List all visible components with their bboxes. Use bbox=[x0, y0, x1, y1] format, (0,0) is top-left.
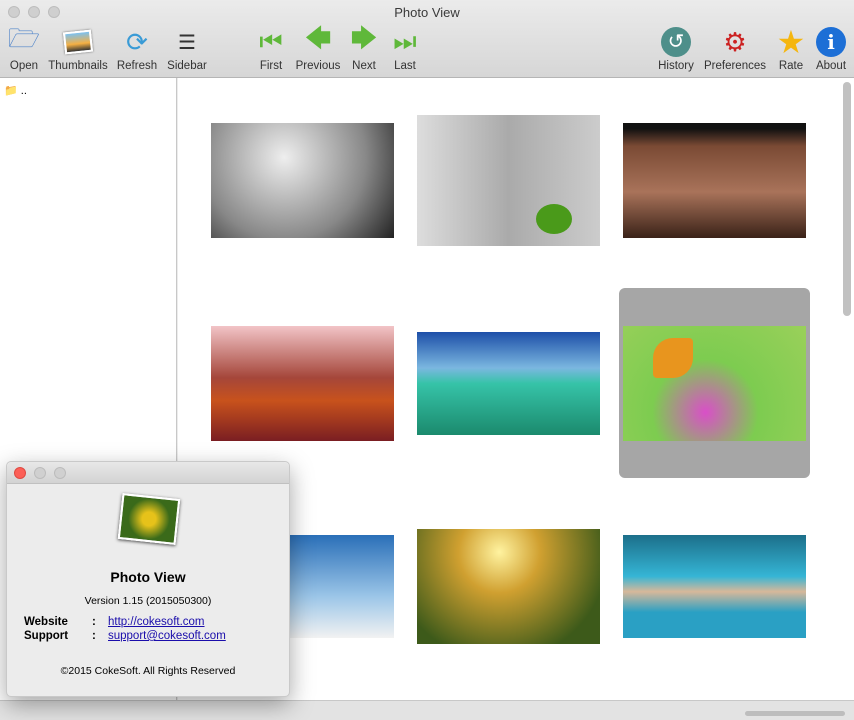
vertical-scrollbar[interactable] bbox=[843, 82, 851, 316]
previous-label: Previous bbox=[295, 60, 341, 72]
about-button[interactable]: i About bbox=[812, 26, 850, 72]
thumbnails-button[interactable]: Thumbnails bbox=[46, 26, 110, 72]
about-version: Version 1.15 (2015050300) bbox=[84, 595, 212, 607]
status-bar bbox=[0, 700, 854, 720]
first-icon: ⏮ bbox=[259, 26, 283, 56]
previous-button[interactable]: 🡄 Previous bbox=[293, 23, 343, 72]
dialog-zoom-button bbox=[54, 467, 66, 479]
refresh-icon: ⟳ bbox=[126, 26, 148, 57]
next-label: Next bbox=[352, 60, 376, 72]
dialog-minimize-button bbox=[34, 467, 46, 479]
thumbnail-autumn[interactable] bbox=[211, 326, 394, 441]
arrow-left-icon: 🡄 bbox=[304, 23, 332, 53]
window-title: Photo View bbox=[394, 5, 460, 20]
history-label: History bbox=[658, 60, 694, 72]
history-button[interactable]: ↺ History bbox=[655, 26, 697, 72]
window-toolbar: Photo View 🗁 Open Thumbnails ⟳ Refresh ☰ Si… bbox=[0, 0, 854, 78]
arrow-right-icon: 🡆 bbox=[350, 23, 378, 53]
about-label: About bbox=[815, 60, 847, 72]
support-separator: : bbox=[92, 630, 96, 642]
sidebar-button[interactable]: ☰ Sidebar bbox=[164, 26, 210, 73]
dialog-close-button[interactable] bbox=[14, 467, 26, 479]
last-icon: ⏭ bbox=[393, 26, 417, 56]
refresh-button[interactable]: ⟳ Refresh bbox=[114, 26, 160, 73]
thumbnail-flute[interactable] bbox=[211, 123, 394, 238]
about-app-name: Photo View bbox=[110, 569, 186, 585]
next-button[interactable]: 🡆 Next bbox=[346, 23, 382, 72]
app-icon bbox=[117, 493, 181, 545]
about-dialog: Photo View Version 1.15 (2015050300) Web… bbox=[6, 461, 290, 697]
photos-icon bbox=[46, 26, 110, 58]
info-icon: i bbox=[812, 26, 850, 58]
thumbnail-hands[interactable] bbox=[623, 123, 806, 238]
list-icon: ☰ bbox=[178, 31, 196, 54]
open-button[interactable]: 🗁 Open bbox=[4, 23, 44, 72]
folder-icon: 🗁 bbox=[7, 23, 41, 53]
sidebar-label: Sidebar bbox=[167, 60, 207, 72]
refresh-label: Refresh bbox=[116, 60, 158, 72]
support-link[interactable]: support@cokesoft.com bbox=[108, 630, 226, 642]
clock-icon: ↺ bbox=[655, 26, 697, 58]
support-label: Support bbox=[24, 630, 69, 642]
website-label: Website bbox=[24, 616, 68, 628]
preferences-label: Preferences bbox=[703, 60, 766, 72]
first-button[interactable]: ⏮ First bbox=[252, 26, 290, 72]
thumbnail-girl[interactable] bbox=[417, 529, 600, 644]
thumbnail-scarf[interactable] bbox=[623, 535, 806, 638]
star-icon: ★ bbox=[776, 24, 806, 60]
open-label: Open bbox=[9, 60, 39, 72]
preferences-button[interactable]: ⚙ Preferences bbox=[702, 26, 768, 73]
thumbnail-pier[interactable] bbox=[417, 332, 600, 435]
copyright: ©2015 CokeSoft. All Rights Reserved bbox=[60, 665, 236, 677]
thumbnail-apple[interactable] bbox=[417, 115, 600, 246]
sidebar-item-parent[interactable]: 📁 .. bbox=[4, 84, 27, 97]
website-link[interactable]: http://cokesoft.com bbox=[108, 616, 205, 628]
folder-icon: 📁 bbox=[4, 85, 18, 97]
sidebar-item-label: .. bbox=[20, 85, 27, 97]
first-label: First bbox=[259, 60, 283, 72]
thumbnail-butterfly[interactable] bbox=[623, 326, 806, 441]
website-separator: : bbox=[92, 616, 96, 628]
horizontal-scrollbar[interactable] bbox=[745, 711, 845, 716]
thumbnails-label: Thumbnails bbox=[48, 60, 108, 72]
tools-icon: ⚙ bbox=[723, 26, 747, 57]
last-button[interactable]: ⏭ Last bbox=[388, 26, 422, 72]
last-label: Last bbox=[394, 60, 416, 72]
rate-button[interactable]: ★ Rate bbox=[772, 24, 810, 72]
rate-label: Rate bbox=[778, 60, 804, 72]
